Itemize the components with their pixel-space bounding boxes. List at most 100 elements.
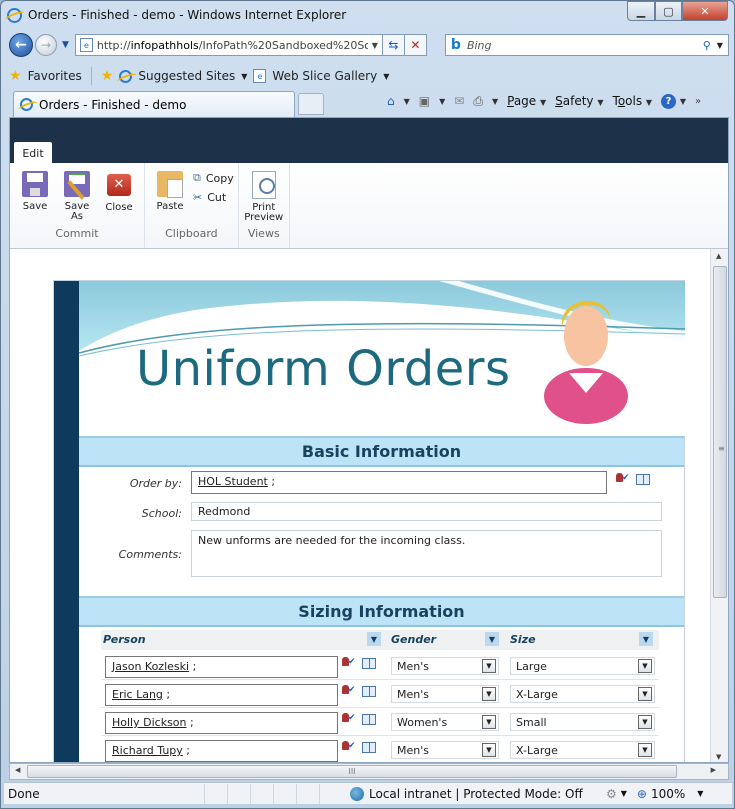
school-field[interactable]: Redmond [191, 502, 662, 521]
person-value[interactable]: Eric Lang [112, 688, 163, 701]
chevron-down-icon[interactable]: ▼ [638, 659, 652, 673]
browser-tab[interactable]: Orders - Finished - demo [13, 91, 295, 117]
person-people-picker[interactable]: Jason Kozleski ; [105, 656, 338, 678]
search-box[interactable]: b Bing ⚲ ▼ [444, 34, 729, 56]
size-select[interactable]: Small ▼ [510, 713, 655, 731]
web-slice-dropdown-icon[interactable]: ▼ [383, 72, 389, 81]
person-value[interactable]: Richard Tupy [112, 744, 183, 757]
save-button[interactable]: Save [14, 171, 56, 212]
address-book-icon[interactable] [362, 685, 376, 697]
form-title: Uniform Orders [136, 341, 511, 397]
web-slice-gallery-button[interactable]: Web Slice Gallery [272, 69, 377, 83]
scroll-right-icon[interactable]: ▶ [711, 766, 716, 774]
horizontal-scrollbar[interactable]: ◀ III ▶ [9, 763, 729, 780]
chevron-down-icon[interactable]: ▼ [482, 743, 496, 757]
order-by-people-picker[interactable]: HOL Student ; [191, 471, 607, 494]
comments-field[interactable]: New unforms are needed for the incoming … [191, 530, 662, 577]
feeds-dropdown-icon[interactable]: ▼ [439, 97, 445, 106]
tab-ie-icon [20, 98, 33, 111]
tools-menu[interactable]: Tools ▼ [613, 94, 653, 108]
mail-icon[interactable]: ✉ [454, 94, 464, 108]
forward-button[interactable]: → [35, 34, 57, 56]
home-dropdown-icon[interactable]: ▼ [404, 97, 410, 106]
search-options-icon[interactable]: ▼ [717, 41, 723, 50]
ribbon-tab-edit[interactable]: Edit [14, 142, 52, 164]
gender-select[interactable]: Women's ▼ [391, 713, 499, 731]
check-names-icon[interactable] [342, 713, 360, 725]
back-button[interactable]: ← [9, 33, 33, 57]
gender-select[interactable]: Men's ▼ [391, 685, 499, 703]
feeds-icon[interactable]: ▣ [419, 94, 430, 108]
scroll-down-icon[interactable]: ▼ [716, 753, 721, 761]
address-book-icon[interactable] [362, 713, 376, 725]
chevron-more-icon[interactable]: » [695, 96, 701, 107]
chevron-down-icon[interactable]: ▼ [638, 743, 652, 757]
minimize-button[interactable]: ▁ [627, 1, 655, 21]
address-dropdown-icon[interactable]: ▼ [372, 41, 378, 50]
gender-select[interactable]: Men's ▼ [391, 657, 499, 675]
scroll-up-icon[interactable]: ▲ [716, 252, 721, 260]
chevron-down-icon[interactable]: ▼ [482, 659, 496, 673]
zoom-dropdown-icon[interactable]: ▼ [697, 789, 703, 798]
gender-column-menu-icon[interactable]: ▼ [485, 632, 499, 646]
person-value[interactable]: Jason Kozleski [112, 660, 189, 673]
check-names-icon[interactable] [342, 741, 360, 753]
paste-button[interactable]: Paste [149, 171, 191, 212]
maximize-button[interactable]: ▢ [655, 1, 682, 21]
page-menu[interactable]: PPageage ▼ [507, 94, 546, 108]
save-as-button[interactable]: Save As [56, 171, 98, 222]
stop-button[interactable]: ✕ [404, 34, 427, 56]
recent-pages-dropdown[interactable]: ▼ [62, 40, 69, 50]
address-bar[interactable]: e http://infopathhols/InfoPath%20Sandbox… [74, 34, 383, 56]
person-column-menu-icon[interactable]: ▼ [367, 632, 381, 646]
security-zone[interactable]: Local intranet | Protected Mode: Off [342, 786, 600, 801]
address-book-icon[interactable] [362, 657, 376, 669]
horizontal-scroll-thumb[interactable]: III [27, 765, 677, 778]
suggested-sites-dropdown-icon[interactable]: ▼ [241, 72, 247, 81]
size-select[interactable]: X-Large ▼ [510, 741, 655, 759]
vertical-scrollbar[interactable]: ▲ ≡ ▼ [710, 249, 728, 762]
safety-menu[interactable]: Safety ▼ [555, 94, 603, 108]
person-people-picker[interactable]: Richard Tupy ; [105, 740, 338, 762]
refresh-button[interactable]: ⇆ [382, 34, 405, 56]
person-people-picker[interactable]: Holly Dickson ; [105, 712, 338, 734]
scroll-left-icon[interactable]: ◀ [15, 766, 20, 774]
section-basic-information: Basic Information [79, 436, 684, 467]
search-input[interactable]: Bing [467, 39, 697, 52]
address-url[interactable]: http://infopathhols/InfoPath%20Sandboxed… [97, 39, 368, 52]
zoom-control[interactable]: ⊕ 100% ▼ [637, 787, 704, 801]
help-menu[interactable]: ? ▼ [661, 93, 686, 109]
cut-button[interactable]: ✂ Cut [193, 191, 234, 204]
gender-select[interactable]: Men's ▼ [391, 741, 499, 759]
copy-button[interactable]: ⧉ Copy [193, 171, 234, 185]
chevron-down-icon[interactable]: ▼ [482, 715, 496, 729]
check-names-icon[interactable] [342, 657, 360, 669]
order-by-value[interactable]: HOL Student [198, 475, 268, 488]
size-select[interactable]: Large ▼ [510, 657, 655, 675]
print-preview-button[interactable]: Print Preview [243, 171, 285, 223]
chevron-down-icon[interactable]: ▼ [638, 687, 652, 701]
new-tab-button[interactable] [298, 93, 324, 115]
close-window-button[interactable]: ✕ [682, 1, 728, 21]
size-select[interactable]: X-Large ▼ [510, 685, 655, 703]
close-button[interactable]: ✕ Close [98, 171, 140, 213]
person-people-picker[interactable]: Eric Lang ; [105, 684, 338, 706]
chevron-down-icon[interactable]: ▼ [638, 715, 652, 729]
add-favorite-icon[interactable]: ★ [101, 68, 114, 84]
popup-dropdown-icon[interactable]: ▼ [621, 789, 627, 798]
size-column-menu-icon[interactable]: ▼ [639, 632, 653, 646]
home-icon[interactable]: ⌂ [387, 94, 395, 108]
person-value[interactable]: Holly Dickson [112, 716, 187, 729]
print-icon[interactable]: ⎙ [473, 94, 483, 109]
popup-blocker-icon[interactable]: ⚙ [606, 787, 617, 801]
address-book-icon[interactable] [362, 741, 376, 753]
favorites-button[interactable]: Favorites [28, 69, 82, 83]
chevron-down-icon[interactable]: ▼ [482, 687, 496, 701]
suggested-sites-button[interactable]: Suggested Sites [138, 69, 235, 83]
vertical-scroll-thumb[interactable]: ≡ [713, 266, 727, 598]
check-names-icon[interactable] [342, 685, 360, 697]
check-names-icon[interactable] [616, 473, 634, 485]
address-book-icon[interactable] [636, 473, 650, 485]
print-dropdown-icon[interactable]: ▼ [492, 97, 498, 106]
search-icon[interactable]: ⚲ [703, 39, 711, 52]
